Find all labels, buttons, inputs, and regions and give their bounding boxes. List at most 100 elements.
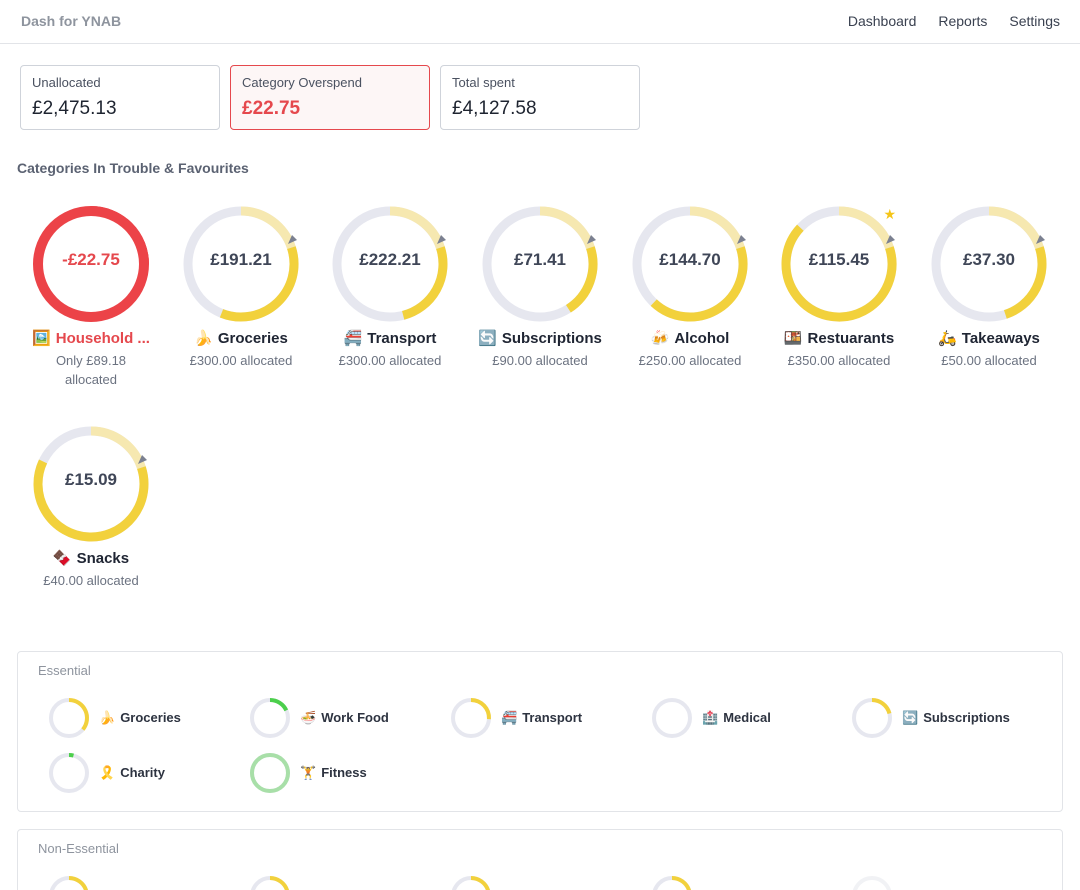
essential-panel: Essential 🍌 Groceries 🍜 Work Food 🚝 Transport… [17,651,1063,812]
gauge-category-name: 🍫 Snacks [16,549,166,567]
category-emoji-icon: 🍌 [194,330,213,347]
budget-arc [240,206,296,250]
mini-gauge-ring [49,876,89,890]
mini-gauge-fill [871,698,892,715]
card-value: £4,127.58 [452,98,537,119]
top-bar: Dash for YNAB Dashboard Reports Settings [0,0,1080,44]
category-name-text: Charity [120,765,165,780]
section-title: Categories In Trouble & Favourites [17,160,249,176]
gauge-category-name: 🍻 Alcohol [615,329,765,347]
mini-gauge-label: 🍜 Work Food [300,710,389,726]
essential-item-fitness[interactable]: 🏋️ Fitness [248,751,367,795]
mini-gauge-label: 🚝 Transport [501,710,582,726]
nonessential-item[interactable] [449,874,493,890]
category-gauge-groceries[interactable]: £191.21 🍌 Groceries £300.00 allocated [166,204,316,370]
category-name-text: Subscriptions [923,710,1010,725]
category-gauge-takeaways[interactable]: £37.30 🛵 Takeaways £50.00 allocated [914,204,1064,370]
category-name-text: Groceries [120,710,181,725]
category-emoji-icon: 🎗️ [99,765,116,780]
budget-arc [838,206,894,250]
mini-gauge-ring [250,876,290,890]
gauge-amount: £115.45 [808,250,870,269]
essential-item-work-food[interactable]: 🍜 Work Food [248,696,389,740]
unallocated-card: Unallocated £2,475.13 [20,65,220,130]
mini-gauge-ring [451,698,491,738]
category-name-text: Transport [367,330,437,347]
nav-settings[interactable]: Settings [1009,13,1060,29]
allocated-text: £250.00 allocated [638,353,742,368]
mini-gauge-fill [68,876,89,890]
category-emoji-icon: 🍱 [783,330,803,347]
essential-item-subscriptions[interactable]: 🔄 Subscriptions [850,696,1010,740]
budget-arc [539,206,595,250]
mini-gauge-ring [250,698,290,738]
allocated-text: £300.00 allocated [189,353,293,368]
nav-dashboard[interactable]: Dashboard [848,13,917,29]
category-gauge-snacks[interactable]: £15.09 🍫 Snacks £40.00 allocated [16,424,166,590]
essential-item-transport[interactable]: 🚝 Transport [449,696,582,740]
category-name-text: Fitness [321,765,367,780]
allocated-text: £300.00 allocated [338,353,442,368]
category-gauge-restuarants[interactable]: £115.45 ★ 🍱 Restuarants £350.00 allocated [764,204,914,370]
card-label: Category Overspend [242,75,362,90]
budget-arc [689,206,745,250]
card-label: Unallocated [32,75,101,90]
nonessential-item[interactable] [650,874,694,890]
mini-gauge-label: 🍌 Groceries [99,710,181,726]
category-emoji-icon: 🚝 [501,710,518,725]
nonessential-item[interactable] [47,874,91,890]
card-value: £2,475.13 [32,98,117,119]
main-nav: Dashboard Reports Settings [848,13,1060,29]
mini-gauge-fill [68,698,89,731]
mini-gauge-label: 🔄 Subscriptions [902,710,1010,726]
category-gauge-household[interactable]: -£22.75 🖼️ Household ... Only £89.18 alloca… [16,204,166,389]
essential-item-groceries[interactable]: 🍌 Groceries [47,696,181,740]
category-emoji-icon: 🔄 [902,710,919,725]
allocated-text: £40.00 allocated [43,573,139,588]
mini-gauge-label: 🎗️ Charity [99,765,165,781]
nonessential-panel: Non-Essential [17,829,1063,890]
category-emoji-icon: 🍌 [99,710,116,725]
nonessential-item[interactable] [850,874,894,890]
gauge-category-name: 🚝 Transport [315,329,465,347]
gauge-category-name: 🍌 Groceries [166,329,316,347]
mini-gauge-ring [49,753,89,793]
category-gauge-subscriptions[interactable]: £71.41 🔄 Subscriptions £90.00 allocated [465,204,615,370]
category-emoji-icon: 🏋️ [300,765,317,780]
category-emoji-icon: 🛵 [938,330,957,347]
category-name-text: Takeaways [961,330,1040,347]
category-name-text: Subscriptions [501,330,602,347]
panel-title: Non-Essential [38,841,119,856]
nonessential-item[interactable] [248,874,292,890]
mini-gauge-ring [852,698,892,738]
category-name-text: Transport [522,710,583,725]
allocated-text: Only £89.18 allocated [55,353,127,387]
category-name-text: Medical [723,710,771,725]
gauge-amount: £71.41 [514,250,566,269]
category-emoji-icon: 🍜 [300,710,317,725]
mini-gauge-ring [49,698,89,738]
essential-item-charity[interactable]: 🎗️ Charity [47,751,165,795]
gauge-category-name: 🍱 Restuarants [764,329,914,347]
mini-gauge-track [652,698,692,738]
mini-gauge-ring [652,698,692,738]
favourite-star-icon[interactable]: ★ [883,206,896,223]
gauge-category-name: 🔄 Subscriptions [465,329,615,347]
gauge-amount: £37.30 [963,250,1015,269]
category-name-text: Snacks [76,550,130,567]
gauge-category-name: 🖼️ Household ... [16,329,166,347]
mini-gauge-fill [671,876,692,890]
essential-item-medical[interactable]: 🏥 Medical [650,696,771,740]
budget-arc [90,426,146,470]
mini-gauge-track [852,876,892,890]
nav-reports[interactable]: Reports [938,13,987,29]
budget-arc [389,206,445,250]
category-name-text: Groceries [217,330,288,347]
category-name-text: Restuarants [807,330,895,347]
total-spent-card: Total spent £4,127.58 [440,65,640,130]
gauge-amount: £144.70 [659,250,721,269]
category-gauge-alcohol[interactable]: £144.70 🍻 Alcohol £250.00 allocated [615,204,765,370]
gauge-amount: £222.21 [359,250,421,269]
category-gauge-transport[interactable]: £222.21 🚝 Transport £300.00 allocated [315,204,465,370]
brand-logo[interactable]: Dash for YNAB [21,13,121,29]
